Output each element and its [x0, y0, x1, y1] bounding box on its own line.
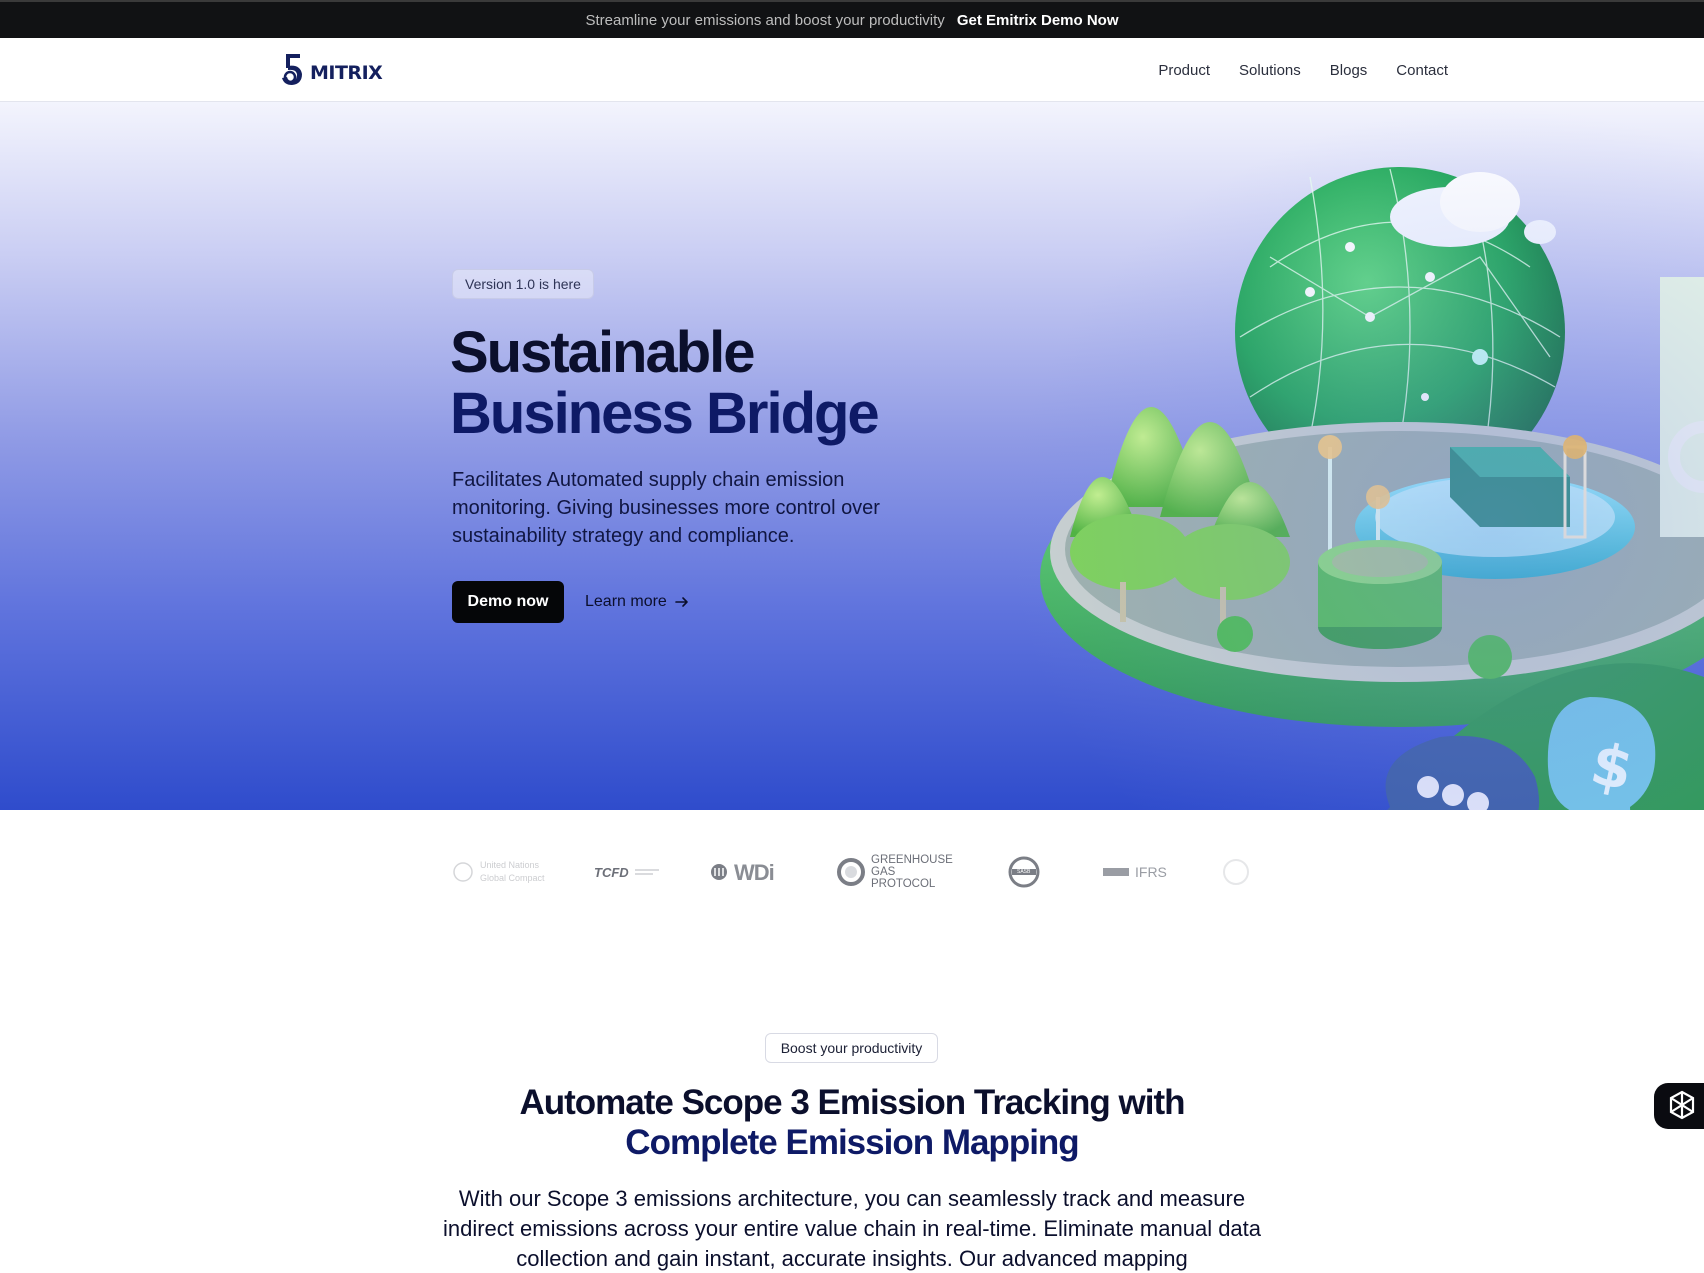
boost-productivity-pill: Boost your productivity	[765, 1033, 938, 1063]
partner-logo-faded	[1222, 852, 1250, 892]
version-badge: Version 1.0 is here	[452, 269, 594, 299]
nav-link-blogs[interactable]: Blogs	[1330, 62, 1368, 79]
learn-more-label: Learn more	[585, 593, 667, 610]
svg-text:$: $	[1585, 729, 1639, 804]
announcement-cta-link[interactable]: Get Emitrix Demo Now	[957, 12, 1119, 29]
logo-mark-icon	[282, 54, 302, 85]
tcfd-lines-icon	[634, 869, 659, 875]
nav-link-contact[interactable]: Contact	[1396, 62, 1448, 79]
eco-city-illustration: $	[1040, 167, 1704, 810]
arrow-right-icon	[675, 597, 688, 607]
un-emblem-icon	[453, 862, 473, 882]
learn-more-button[interactable]: Learn more	[585, 581, 689, 623]
hero-description: Facilitates Automated supply chain emiss…	[452, 469, 880, 547]
main-nav: MITRIX Product Solutions Blogs Contact	[0, 38, 1704, 102]
hero-title: Sustainable Business Bridge	[450, 320, 880, 446]
hero-section: Version 1.0 is here Sustainable Business…	[0, 102, 1704, 810]
section-title-line2: Complete Emission Mapping	[625, 1123, 1079, 1162]
nav-links: Product Solutions Blogs Contact	[1158, 38, 1448, 102]
faded-seal-icon	[1223, 859, 1249, 885]
hero-title-line1: Sustainable	[450, 320, 756, 385]
section-description: With our Scope 3 emissions architecture,…	[442, 1186, 1262, 1271]
logo[interactable]: MITRIX	[278, 52, 383, 88]
wdi-emblem-icon	[711, 864, 727, 880]
partner-logo-un-global-compact: United Nations Global Compact	[452, 852, 560, 892]
partner-logo-ghg-protocol: GREENHOUSE GAS PROTOCOL	[837, 852, 953, 892]
partner-logo-sasb: SASB	[1008, 852, 1040, 892]
partner-logo-ifrs: IFRS	[1103, 852, 1167, 892]
announcement-bar: Streamline your emissions and boost your…	[0, 0, 1704, 38]
ghg-circle-icon	[837, 858, 865, 886]
hero-title-line2: Business Bridge	[450, 381, 880, 446]
nav-link-product[interactable]: Product	[1158, 62, 1210, 79]
section-title-line1: Automate Scope 3 Emission Tracking with	[519, 1083, 1185, 1122]
announcement-message: Streamline your emissions and boost your…	[585, 11, 945, 29]
section-title: Automate Scope 3 Emission Tracking with …	[352, 1083, 1352, 1163]
logo-text: MITRIX	[310, 62, 383, 84]
nav-link-solutions[interactable]: Solutions	[1239, 62, 1301, 79]
partner-logo-wdi: WDi	[710, 852, 775, 892]
demo-now-button[interactable]: Demo now	[452, 581, 564, 623]
ifrs-bar-icon	[1103, 868, 1129, 876]
partner-logo-tcfd: TCFD	[594, 852, 659, 892]
partner-logos-strip: United Nations Global Compact TCFD WDi G…	[452, 852, 1252, 892]
openai-knot-icon	[1669, 1090, 1695, 1120]
chat-widget-button[interactable]	[1654, 1083, 1704, 1129]
